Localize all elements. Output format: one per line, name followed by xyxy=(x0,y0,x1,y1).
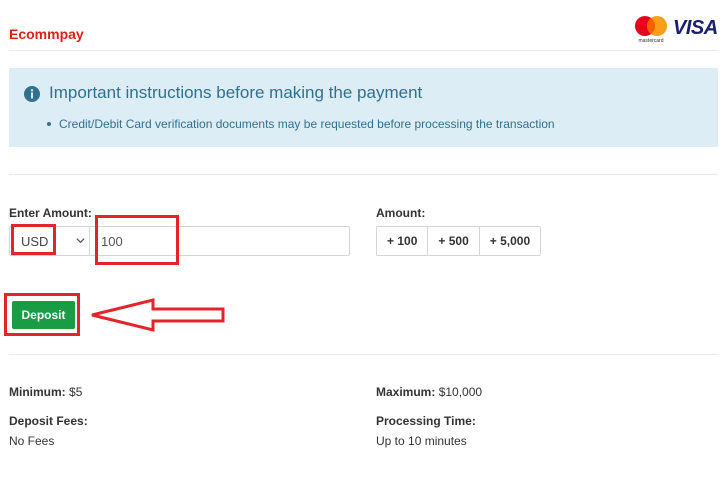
fees-label: Deposit Fees: xyxy=(9,414,88,428)
minimum-label: Minimum: xyxy=(9,385,66,399)
quick-amount-5000-button[interactable]: + 5,000 xyxy=(479,227,541,255)
maximum-row: Maximum: $10,000 xyxy=(376,385,482,399)
header: Ecommpay mastercard VISA xyxy=(0,0,727,52)
notice-bullet-text: Credit/Debit Card verification documents… xyxy=(59,117,555,131)
instructions-notice: Important instructions before making the… xyxy=(9,68,718,147)
processing-value: Up to 10 minutes xyxy=(376,434,467,448)
enter-amount-label: Enter Amount: xyxy=(9,206,92,220)
visa-logo: VISA xyxy=(673,17,718,39)
fees-value: No Fees xyxy=(9,434,55,448)
quick-amount-label: Amount: xyxy=(376,206,426,220)
chevron-down-icon xyxy=(76,238,85,244)
quick-amount-100-button[interactable]: + 100 xyxy=(377,227,429,255)
processing-row: Processing Time: xyxy=(376,414,476,428)
processing-label: Processing Time: xyxy=(376,414,476,428)
header-divider xyxy=(9,50,718,51)
maximum-value: $10,000 xyxy=(438,385,483,399)
fees-row: Deposit Fees: xyxy=(9,414,88,428)
minimum-value: $5 xyxy=(69,385,83,399)
notice-bullet: Credit/Debit Card verification documents… xyxy=(47,117,555,131)
quick-amount-group: + 100 + 500 + 5,000 xyxy=(376,226,542,256)
info-icon xyxy=(24,86,40,102)
amount-highlight-box xyxy=(95,215,179,265)
quick-amount-500-button[interactable]: + 500 xyxy=(428,227,480,255)
minimum-row: Minimum: $5 xyxy=(9,385,82,399)
maximum-label: Maximum: xyxy=(376,385,436,399)
limits-divider xyxy=(9,354,718,355)
bullet-dot xyxy=(47,121,51,126)
currency-highlight-box xyxy=(11,224,56,255)
section-divider xyxy=(9,174,718,175)
arrow-left-icon xyxy=(91,298,225,332)
notice-title: Important instructions before making the… xyxy=(49,83,423,102)
deposit-highlight-box xyxy=(4,293,80,336)
mastercard-caption: mastercard xyxy=(638,38,663,44)
amount-input-group: USD 100 xyxy=(9,226,350,256)
brand-title: Ecommpay xyxy=(9,26,84,42)
mastercard-logo-icon: mastercard xyxy=(635,16,667,44)
